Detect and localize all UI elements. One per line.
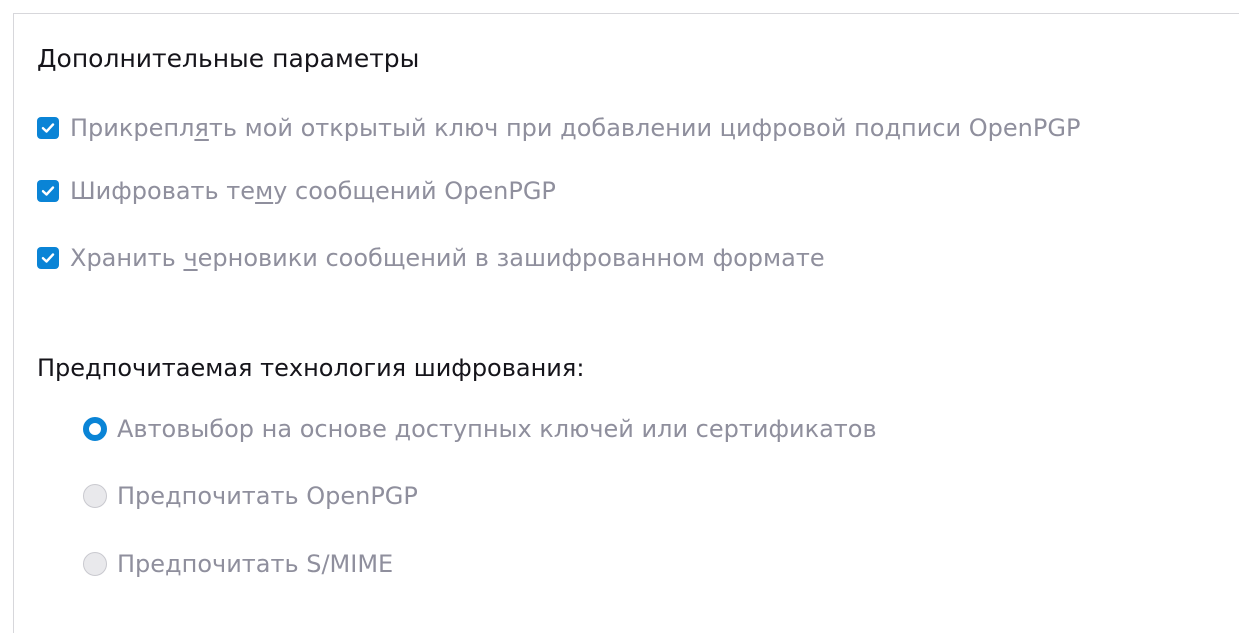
checkmark-icon (41, 253, 55, 263)
section-title: Дополнительные параметры (37, 44, 420, 73)
encrypt-subject-label: Шифровать тему сообщений OpenPGP (70, 177, 556, 205)
radio-smime-label: Предпочитать S/MIME (117, 550, 394, 578)
checkmark-icon (41, 123, 55, 133)
radio-smime[interactable] (83, 552, 107, 576)
radio-auto-label: Автовыбор на основе доступных ключей или… (117, 415, 877, 443)
encrypt-drafts-checkbox-row[interactable]: Хранить черновики сообщений в зашифрован… (37, 241, 825, 275)
radio-openpgp[interactable] (83, 484, 107, 508)
settings-panel (13, 13, 1239, 633)
attach-public-key-checkbox-row[interactable]: Прикреплять мой открытый ключ при добавл… (37, 111, 1080, 145)
radio-openpgp-label: Предпочитать OpenPGP (117, 482, 418, 510)
encrypt-subject-checkbox-row[interactable]: Шифровать тему сообщений OpenPGP (37, 174, 556, 208)
radio-option-smime[interactable]: Предпочитать S/MIME (83, 547, 393, 581)
checkmark-icon (41, 186, 55, 196)
encrypt-subject-checkbox[interactable] (37, 180, 59, 202)
radio-option-auto[interactable]: Автовыбор на основе доступных ключей или… (83, 412, 877, 446)
encryption-technology-heading: Предпочитаемая технология шифрования: (37, 354, 585, 382)
radio-option-openpgp[interactable]: Предпочитать OpenPGP (83, 479, 418, 513)
encrypt-drafts-checkbox[interactable] (37, 247, 59, 269)
attach-public-key-label: Прикреплять мой открытый ключ при добавл… (70, 114, 1081, 142)
attach-public-key-checkbox[interactable] (37, 117, 59, 139)
radio-auto[interactable] (83, 417, 107, 441)
encrypt-drafts-label: Хранить черновики сообщений в зашифрован… (70, 244, 825, 272)
